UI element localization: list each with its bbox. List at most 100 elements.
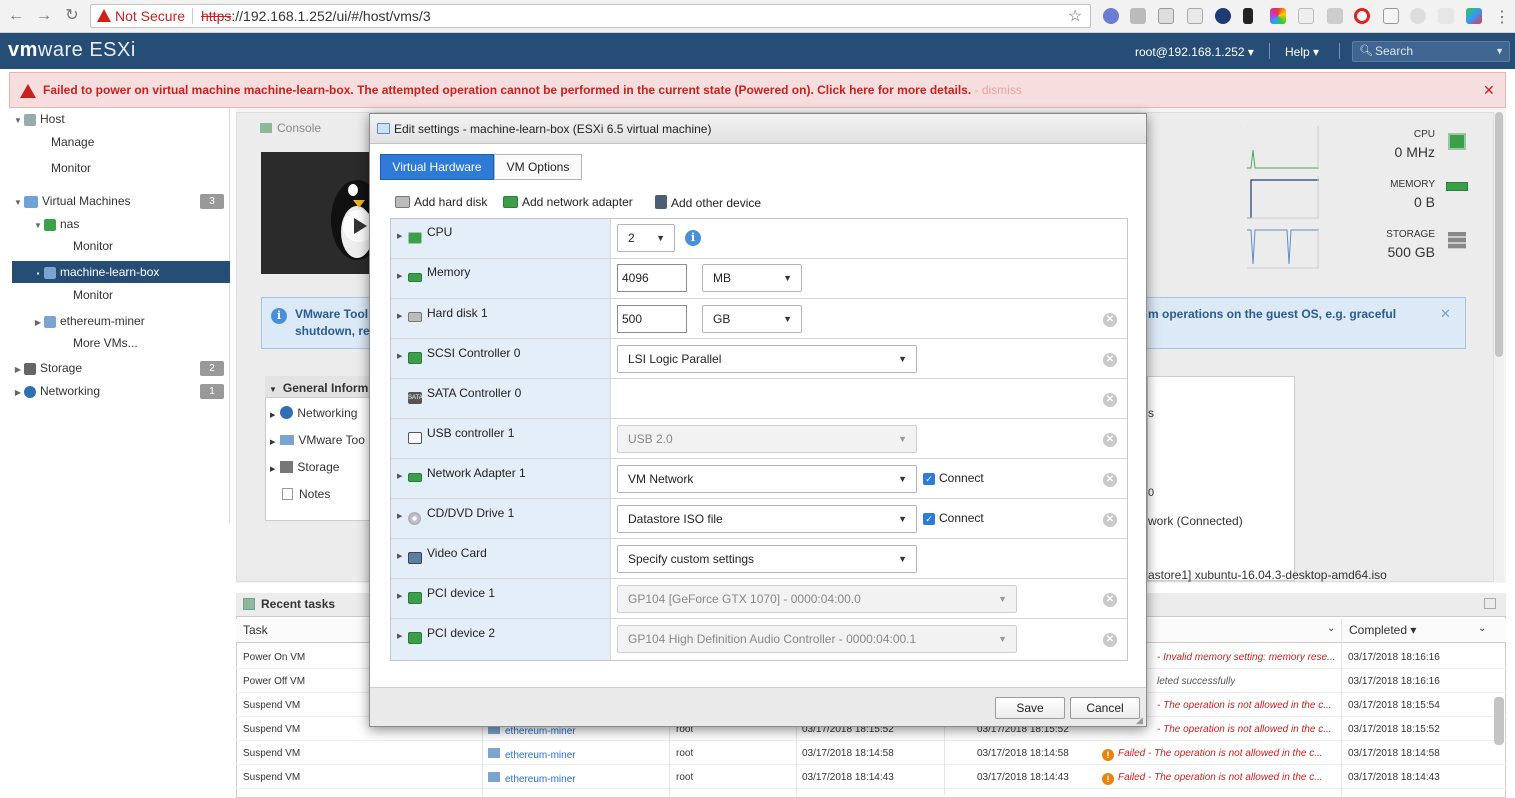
error-message[interactable]: Failed to power on virtual machine machi… [43,83,1022,97]
caret-down-icon[interactable]: ▼ [12,192,24,214]
remove-device-icon[interactable]: ✕ [1103,353,1117,367]
caret-right-icon[interactable]: ▶ [270,412,275,419]
cd-connect-checkbox[interactable]: ✓ [923,513,935,525]
hw-label-cell[interactable]: ▶ Video Card [391,539,611,578]
caret-icon[interactable]: ▪ [32,263,44,285]
caret-right-icon[interactable]: ▶ [397,272,402,280]
nav-mlb-monitor[interactable]: Monitor [12,284,230,306]
dismiss-link[interactable]: - dismiss [971,83,1022,97]
maximize-icon[interactable] [1484,598,1496,609]
task-result[interactable]: ! Failed - The operation is not allowed i… [1102,748,1323,761]
color-extension-icon[interactable] [1270,8,1286,24]
info-icon[interactable]: i [685,230,701,246]
caret-right-icon[interactable]: ▶ [32,312,44,334]
cancel-button[interactable]: Cancel [1070,697,1140,719]
nav-vm-ethereum-miner[interactable]: ▶ ethereum-miner [12,310,230,332]
save-button[interactable]: Save [995,697,1065,719]
gen-storage-row[interactable]: ▶ Storage [270,460,339,474]
remove-device-icon[interactable]: ✕ [1103,313,1117,327]
extension-icon[interactable] [1298,8,1314,24]
col-completed[interactable]: Completed ▾ [1349,623,1416,637]
memory-unit-select[interactable]: MB ▼ [702,264,802,292]
col-filter-chevron-icon[interactable]: ⌄ [1478,623,1486,634]
not-secure-label[interactable]: Not Secure [115,8,185,24]
task-target-label[interactable]: ethereum-miner [505,774,576,785]
tab-vm-options[interactable]: VM Options [494,154,582,180]
add-hard-disk-button[interactable]: Add hard disk [395,195,487,209]
extension-icon[interactable] [1383,8,1399,24]
net-connect-label[interactable]: Connect [939,471,984,485]
nav-vm-machine-learn-box[interactable]: ▪ machine-learn-box [12,261,230,283]
search-input[interactable]: 🔍︎ Search ▼ [1352,41,1510,62]
task-result[interactable]: - The operation is not allowed in the c.… [1157,700,1332,711]
task-result[interactable]: - The operation is not allowed in the c.… [1157,724,1332,735]
task-target[interactable]: ethereum-miner [488,748,576,761]
remove-device-icon[interactable]: ✕ [1103,633,1117,647]
hw-label-cell[interactable]: ▶ Network Adapter 1 [391,459,611,498]
task-result[interactable]: ! Failed - The operation is not allowed i… [1102,772,1323,785]
caret-right-icon[interactable]: ▶ [397,632,402,640]
extension-icon[interactable] [1158,8,1174,24]
hw-label-cell[interactable]: ▶ CD/DVD Drive 1 [391,499,611,538]
caret-right-icon[interactable]: ▶ [397,232,402,240]
caret-right-icon[interactable]: ▶ [397,512,402,520]
memory-size-input[interactable]: 4096 [617,264,687,292]
disk-unit-select[interactable]: GB ▼ [702,305,802,333]
task-result[interactable]: - Invalid memory setting: memory rese... [1157,652,1335,663]
extension-icon[interactable] [1187,8,1203,24]
cpu-count-select[interactable]: 2 ▼ [617,224,675,252]
hw-label-cell[interactable]: ▶ Memory [391,259,611,298]
nav-host[interactable]: ▼ Host [12,108,230,130]
extension-icon[interactable] [1103,8,1119,24]
cd-connect-label[interactable]: Connect [939,511,984,525]
reload-icon[interactable]: ↻ [62,6,82,26]
caret-down-icon[interactable]: ▼ [12,110,24,132]
extension-icon[interactable] [1410,8,1426,24]
extension-icon[interactable] [1327,8,1343,24]
nav-networking[interactable]: ▶ Networking 1 [12,380,230,402]
address-bar[interactable]: Not Secure https://192.168.1.252/ui/#/ho… [90,4,1091,28]
vm-screenshot-thumbnail[interactable] [261,152,383,274]
hw-label-cell[interactable]: ▶ SCSI Controller 0 [391,339,611,378]
caret-right-icon[interactable]: ▶ [12,382,24,404]
col-sort-chevron-icon[interactable]: ⌄ [1327,623,1335,634]
dialog-title-bar[interactable]: Edit settings - machine-learn-box (ESXi … [370,114,1146,144]
caret-right-icon[interactable]: ▶ [397,352,402,360]
shield-extension-icon[interactable] [1130,8,1146,24]
task-target[interactable]: ethereum-miner [488,772,576,785]
menu-dots-icon[interactable]: ⋮ [1494,7,1510,27]
remove-device-icon[interactable]: ✕ [1103,593,1117,607]
hw-label-cell[interactable]: ▶ Hard disk 1 [391,299,611,338]
cloud-extension-icon[interactable] [1215,8,1231,24]
extension-icon[interactable] [1466,8,1482,24]
hw-label-cell[interactable]: ▶ PCI device 1 [391,579,611,618]
caret-right-icon[interactable]: ▶ [397,312,402,320]
gen-notes-row[interactable]: Notes [270,487,330,501]
scrollbar-thumb[interactable] [1495,112,1503,357]
task-result-label[interactable]: Failed - The operation is not allowed in… [1118,748,1323,759]
scsi-type-select[interactable]: LSI Logic Parallel ▼ [617,345,917,373]
extension-icon[interactable] [1438,8,1454,24]
gen-vmware-tools-row[interactable]: ▶ VMware Too [270,433,365,447]
caret-right-icon[interactable]: ▶ [397,552,402,560]
nav-manage[interactable]: Manage [12,131,230,153]
caret-right-icon[interactable]: ▶ [397,592,402,600]
warning-triangle-icon[interactable] [97,9,111,22]
net-connect-checkbox[interactable]: ✓ [923,473,935,485]
table-row[interactable]: Suspend VM ethereum-miner root 03/17/201… [236,741,1506,765]
bookmark-star-icon[interactable]: ☆ [1068,6,1082,26]
table-row[interactable]: Suspend VM ethereum-miner root 03/17/201… [236,765,1506,789]
error-banner[interactable]: Failed to power on virtual machine machi… [9,72,1506,108]
task-result-label[interactable]: Failed - The operation is not allowed in… [1118,772,1323,783]
task-target-label[interactable]: ethereum-miner [505,726,576,737]
hw-label-cell[interactable]: ▶ CPU [391,219,611,258]
opera-extension-icon[interactable] [1354,8,1370,24]
add-other-device-button[interactable]: Add other device [655,195,761,210]
network-select[interactable]: VM Network ▼ [617,465,917,493]
nav-storage[interactable]: ▶ Storage 2 [12,357,230,379]
nav-monitor[interactable]: Monitor [12,157,230,179]
tab-virtual-hardware[interactable]: Virtual Hardware [380,154,494,180]
caret-down-icon[interactable]: ▼ [269,385,277,394]
hw-label-cell[interactable]: ▶ PCI device 2 [391,619,611,660]
extension-icon[interactable] [1243,8,1253,24]
